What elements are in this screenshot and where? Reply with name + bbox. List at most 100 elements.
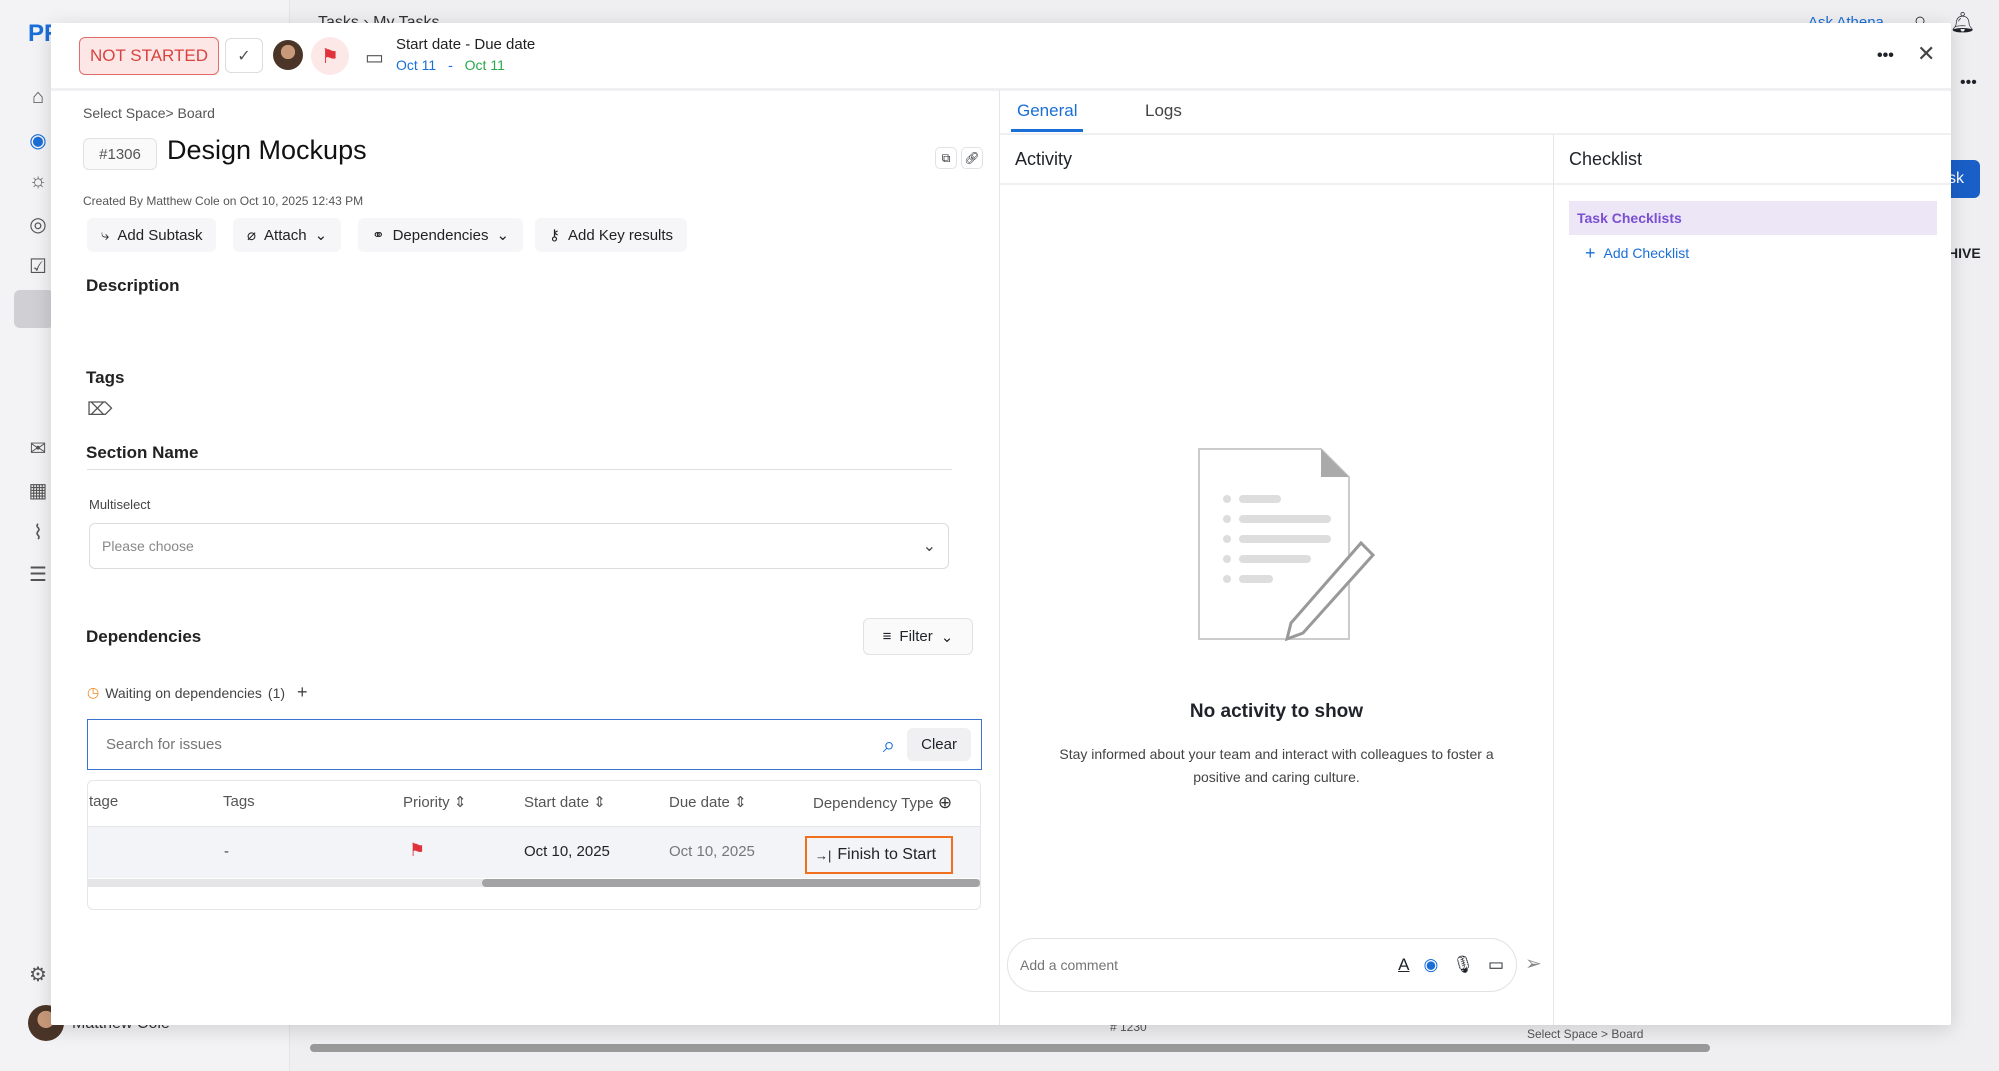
search-issues-box: ⌕ Clear bbox=[87, 719, 982, 770]
column-due-date[interactable]: Due date ⇕ bbox=[669, 793, 747, 811]
calendar-icon[interactable]: ▦ bbox=[26, 478, 50, 502]
lightbulb-icon[interactable]: ☼ bbox=[26, 170, 50, 194]
add-checklist-button[interactable]: + Add Checklist bbox=[1585, 243, 1690, 263]
card-path: Select Space > Board bbox=[1527, 1027, 1644, 1041]
filter-icon: ≡ bbox=[882, 628, 892, 645]
list-icon[interactable]: ☰ bbox=[26, 562, 50, 586]
status-badge[interactable]: NOT STARTED bbox=[79, 37, 219, 75]
date-label: Start date - Due date bbox=[396, 36, 536, 53]
more-options-icon[interactable]: ••• bbox=[1877, 47, 1894, 65]
priority-flag-icon[interactable]: ⚑ bbox=[409, 840, 425, 861]
section-divider bbox=[87, 469, 952, 470]
tabs-divider bbox=[1000, 133, 1951, 135]
chevron-down-icon: ⌄ bbox=[314, 227, 328, 244]
bell-icon[interactable]: 🔔︎ bbox=[1950, 10, 1975, 35]
task-breadcrumb[interactable]: Select Space> Board bbox=[83, 105, 215, 121]
tag-icon[interactable]: ⌦ bbox=[87, 399, 112, 420]
assignee-avatar[interactable] bbox=[273, 40, 303, 70]
link-icon[interactable]: 🔗︎ bbox=[961, 147, 983, 169]
multiselect-dropdown[interactable]: Please choose ⌄ bbox=[89, 523, 949, 569]
link-icon: ⚭ bbox=[372, 227, 385, 244]
task-title[interactable]: Design Mockups bbox=[167, 135, 367, 166]
tab-logs[interactable]: Logs bbox=[1145, 101, 1182, 121]
attach-label: Attach bbox=[264, 226, 307, 244]
target-icon[interactable]: ◎ bbox=[26, 212, 50, 236]
globe-icon[interactable]: ◉ bbox=[26, 128, 50, 152]
paperclip-icon: ⌀ bbox=[247, 227, 257, 244]
priority-label: Priority bbox=[403, 794, 450, 811]
subtask-icon: ⤷ bbox=[101, 226, 110, 244]
start-date-label: Start date bbox=[524, 794, 590, 811]
sort-icon[interactable]: ⇕ bbox=[734, 794, 747, 811]
sort-icon[interactable]: ⇕ bbox=[593, 794, 606, 811]
waiting-label: Waiting on dependencies bbox=[105, 684, 262, 701]
copy-icon[interactable]: ⧉ bbox=[935, 147, 957, 169]
complete-button[interactable]: ✓ bbox=[225, 38, 263, 73]
section-name-heading: Section Name bbox=[86, 443, 199, 462]
search-icon[interactable]: ⌕ bbox=[883, 732, 895, 758]
checklist-heading: Checklist bbox=[1569, 149, 1643, 169]
more-icon[interactable]: ••• bbox=[1960, 74, 1977, 92]
row-start-date: Oct 10, 2025 bbox=[524, 843, 610, 860]
task-id-badge[interactable]: #1306 bbox=[83, 138, 157, 170]
globe-icon[interactable]: ◉ bbox=[1424, 955, 1439, 975]
home-icon[interactable]: ⌂ bbox=[26, 86, 50, 110]
priority-flag-button[interactable]: ⚑ bbox=[311, 37, 349, 75]
sort-icon[interactable]: ⇕ bbox=[454, 794, 467, 811]
chevron-down-icon: ⌄ bbox=[496, 227, 510, 244]
column-tags: Tags bbox=[223, 793, 255, 810]
send-icon[interactable]: ➢ bbox=[1525, 951, 1542, 976]
row-due-date: Oct 10, 2025 bbox=[669, 843, 755, 860]
waiting-count: (1) bbox=[267, 684, 286, 701]
date-range[interactable]: Oct 11 - Oct 11 bbox=[396, 57, 505, 73]
checklist-header-divider bbox=[1554, 183, 1951, 185]
description-heading: Description bbox=[86, 276, 180, 295]
due-date-label: Due date bbox=[669, 794, 730, 811]
calendar-icon: ▭ bbox=[365, 47, 384, 69]
start-date[interactable]: Oct 11 bbox=[396, 57, 436, 73]
add-checklist-label: Add Checklist bbox=[1603, 245, 1690, 261]
add-subtask-button[interactable]: ⤷ Add Subtask bbox=[87, 218, 217, 252]
settings-icon[interactable]: ⚙ bbox=[26, 962, 50, 986]
table-scrollbar[interactable] bbox=[482, 879, 980, 887]
tasks-icon[interactable]: ☑ bbox=[26, 254, 50, 278]
page-scrollbar[interactable] bbox=[310, 1044, 1710, 1052]
task-checklists-item[interactable]: Task Checklists bbox=[1569, 201, 1937, 235]
multiselect-placeholder: Please choose bbox=[102, 538, 194, 554]
add-dependency-icon[interactable]: + bbox=[297, 682, 308, 703]
microphone-icon[interactable]: 🎙︎ bbox=[1452, 955, 1474, 975]
header-divider bbox=[51, 88, 1951, 91]
due-date[interactable]: Oct 11 bbox=[465, 57, 505, 73]
column-priority[interactable]: Priority ⇕ bbox=[403, 793, 466, 811]
search-issues-input[interactable] bbox=[106, 736, 883, 753]
dependencies-button[interactable]: ⚭ Dependencies ⌄ bbox=[358, 218, 524, 252]
archive-label: HIVE bbox=[1948, 245, 1981, 261]
key-icon: ⚷ bbox=[549, 227, 560, 244]
tab-general[interactable]: General bbox=[1017, 101, 1077, 121]
dependencies-heading: Dependencies bbox=[86, 627, 202, 646]
video-icon[interactable]: ▭ bbox=[1488, 955, 1504, 975]
inbox-icon[interactable]: ✉ bbox=[26, 436, 50, 460]
task-detail-modal: NOT STARTED ✓ ⚑ ▭ Start date - Due date … bbox=[51, 23, 1951, 1025]
date-separator: - bbox=[448, 57, 453, 73]
attach-button[interactable]: ⌀ Attach ⌄ bbox=[233, 218, 342, 252]
sidebar-active-item[interactable] bbox=[14, 290, 54, 328]
comment-input[interactable] bbox=[1020, 957, 1385, 973]
add-key-results-label: Add Key results bbox=[568, 226, 674, 244]
waiting-dependencies: ◷ Waiting on dependencies (1) + bbox=[87, 682, 308, 703]
pane-divider bbox=[999, 90, 1000, 1025]
arrow-to-line-icon: →| bbox=[815, 847, 832, 863]
add-column-icon[interactable]: ⊕ bbox=[938, 793, 952, 812]
filter-button[interactable]: ≡ Filter ⌄ bbox=[863, 618, 973, 655]
chart-icon[interactable]: ⌇ bbox=[26, 520, 50, 544]
empty-activity-description: Stay informed about your team and intera… bbox=[1000, 743, 1553, 789]
plus-icon: + bbox=[1585, 243, 1596, 263]
filter-label: Filter bbox=[899, 628, 933, 645]
add-key-results-button[interactable]: ⚷ Add Key results bbox=[535, 218, 688, 252]
close-icon[interactable]: ✕ bbox=[1917, 41, 1935, 67]
dependency-type-label: Dependency Type bbox=[813, 795, 934, 812]
dependency-type-cell[interactable]: →| Finish to Start bbox=[805, 836, 953, 874]
column-start-date[interactable]: Start date ⇕ bbox=[524, 793, 606, 811]
text-format-icon[interactable]: A bbox=[1398, 955, 1409, 975]
clear-button[interactable]: Clear bbox=[907, 728, 971, 761]
